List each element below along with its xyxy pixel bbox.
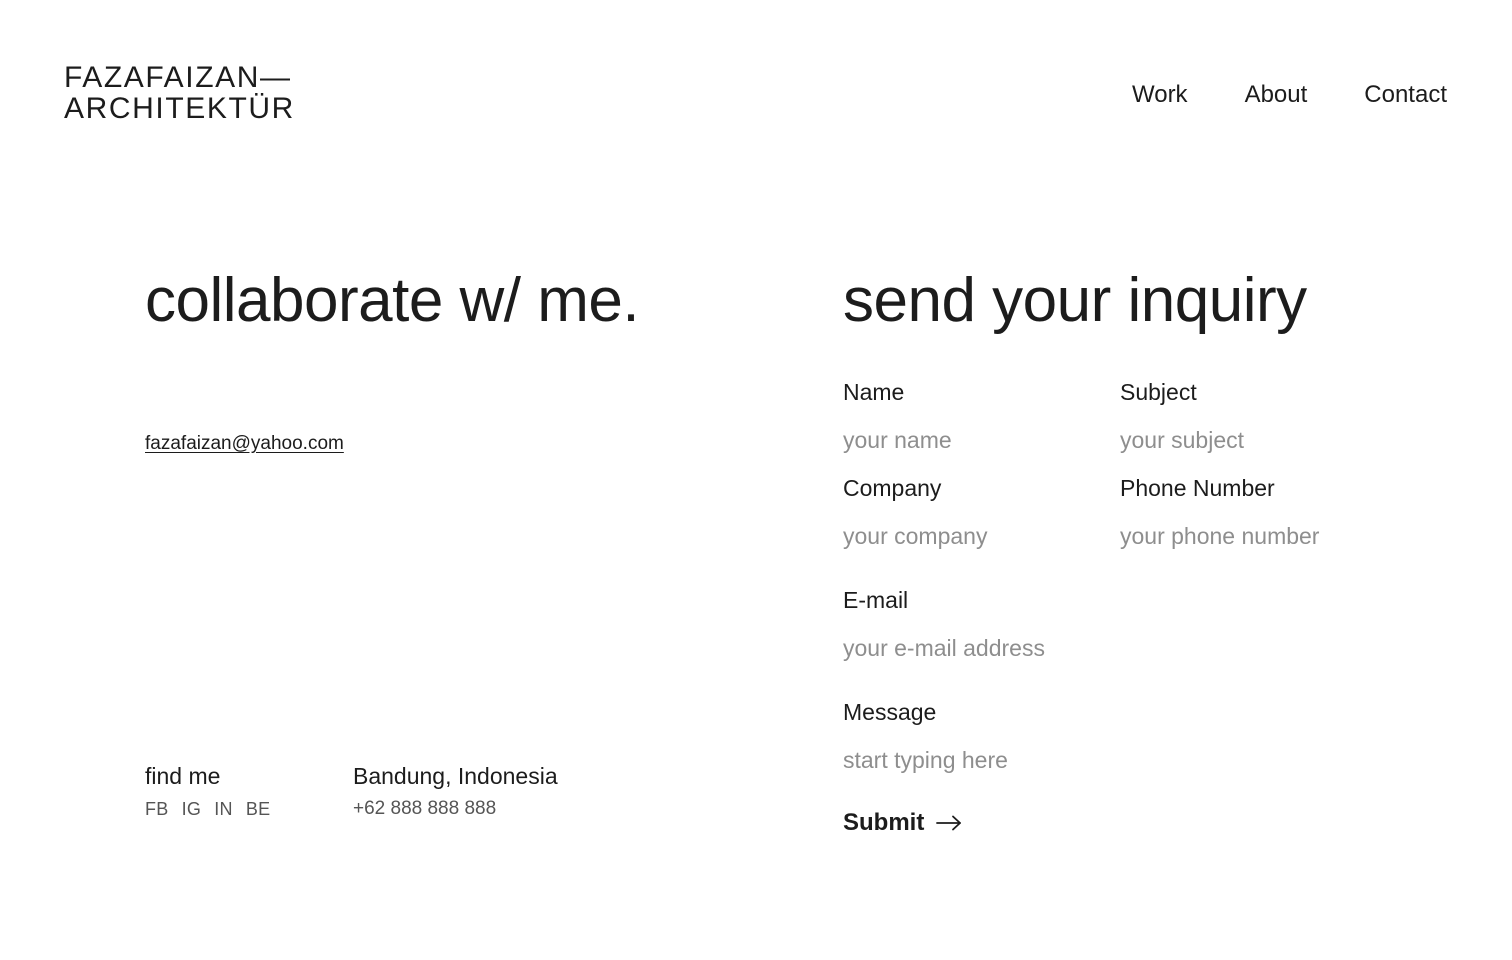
- social-links: FB IG IN BE: [145, 798, 270, 820]
- location-section: Bandung, Indonesia +62 888 888 888: [353, 762, 558, 820]
- arrow-right-icon: [936, 815, 962, 831]
- name-label: Name: [843, 379, 905, 405]
- subject-field: Subject: [1120, 378, 1360, 454]
- phone-label: Phone Number: [1120, 475, 1275, 501]
- inquiry-headline: send your inquiry: [843, 266, 1307, 335]
- subject-label: Subject: [1120, 379, 1197, 405]
- site-logo[interactable]: FAZAFAIZAN— ARCHITEKTÜR: [64, 62, 295, 124]
- nav-item-contact[interactable]: Contact: [1364, 81, 1447, 109]
- message-label: Message: [843, 699, 937, 725]
- email-field: E-mail: [843, 586, 1143, 662]
- phone-input[interactable]: [1120, 522, 1380, 550]
- message-field: Message: [843, 698, 1143, 776]
- company-input[interactable]: [843, 522, 1083, 550]
- find-me-label: find me: [145, 763, 221, 789]
- submit-label: Submit: [843, 809, 925, 836]
- company-field: Company: [843, 474, 1083, 550]
- message-input[interactable]: [843, 746, 1143, 776]
- collaborate-headline: collaborate w/ me.: [145, 266, 640, 335]
- nav-item-work[interactable]: Work: [1132, 81, 1188, 109]
- find-me-section: find me FB IG IN BE: [145, 762, 270, 820]
- nav-item-about[interactable]: About: [1245, 81, 1308, 109]
- name-input[interactable]: [843, 426, 1083, 454]
- contact-page: FAZAFAIZAN— ARCHITEKTÜR Work About Conta…: [0, 0, 1512, 960]
- logo-line-2: ARCHITEKTÜR: [64, 92, 295, 125]
- social-link-be[interactable]: BE: [246, 798, 271, 820]
- main-nav: Work About Contact: [1132, 81, 1447, 109]
- social-link-ig[interactable]: IG: [182, 798, 202, 820]
- submit-button[interactable]: Submit: [843, 808, 962, 838]
- location-phone: +62 888 888 888: [353, 798, 497, 819]
- email-label: E-mail: [843, 587, 909, 613]
- subject-input[interactable]: [1120, 426, 1360, 454]
- social-link-fb[interactable]: FB: [145, 798, 169, 820]
- phone-field: Phone Number: [1120, 474, 1380, 550]
- location-city: Bandung, Indonesia: [353, 763, 558, 789]
- email-input[interactable]: [843, 634, 1143, 662]
- logo-line-1: FAZAFAIZAN—: [64, 61, 292, 94]
- email-link[interactable]: fazafaizan@yahoo.com: [145, 432, 344, 456]
- company-label: Company: [843, 475, 942, 501]
- social-link-in[interactable]: IN: [214, 798, 233, 820]
- name-field: Name: [843, 378, 1083, 454]
